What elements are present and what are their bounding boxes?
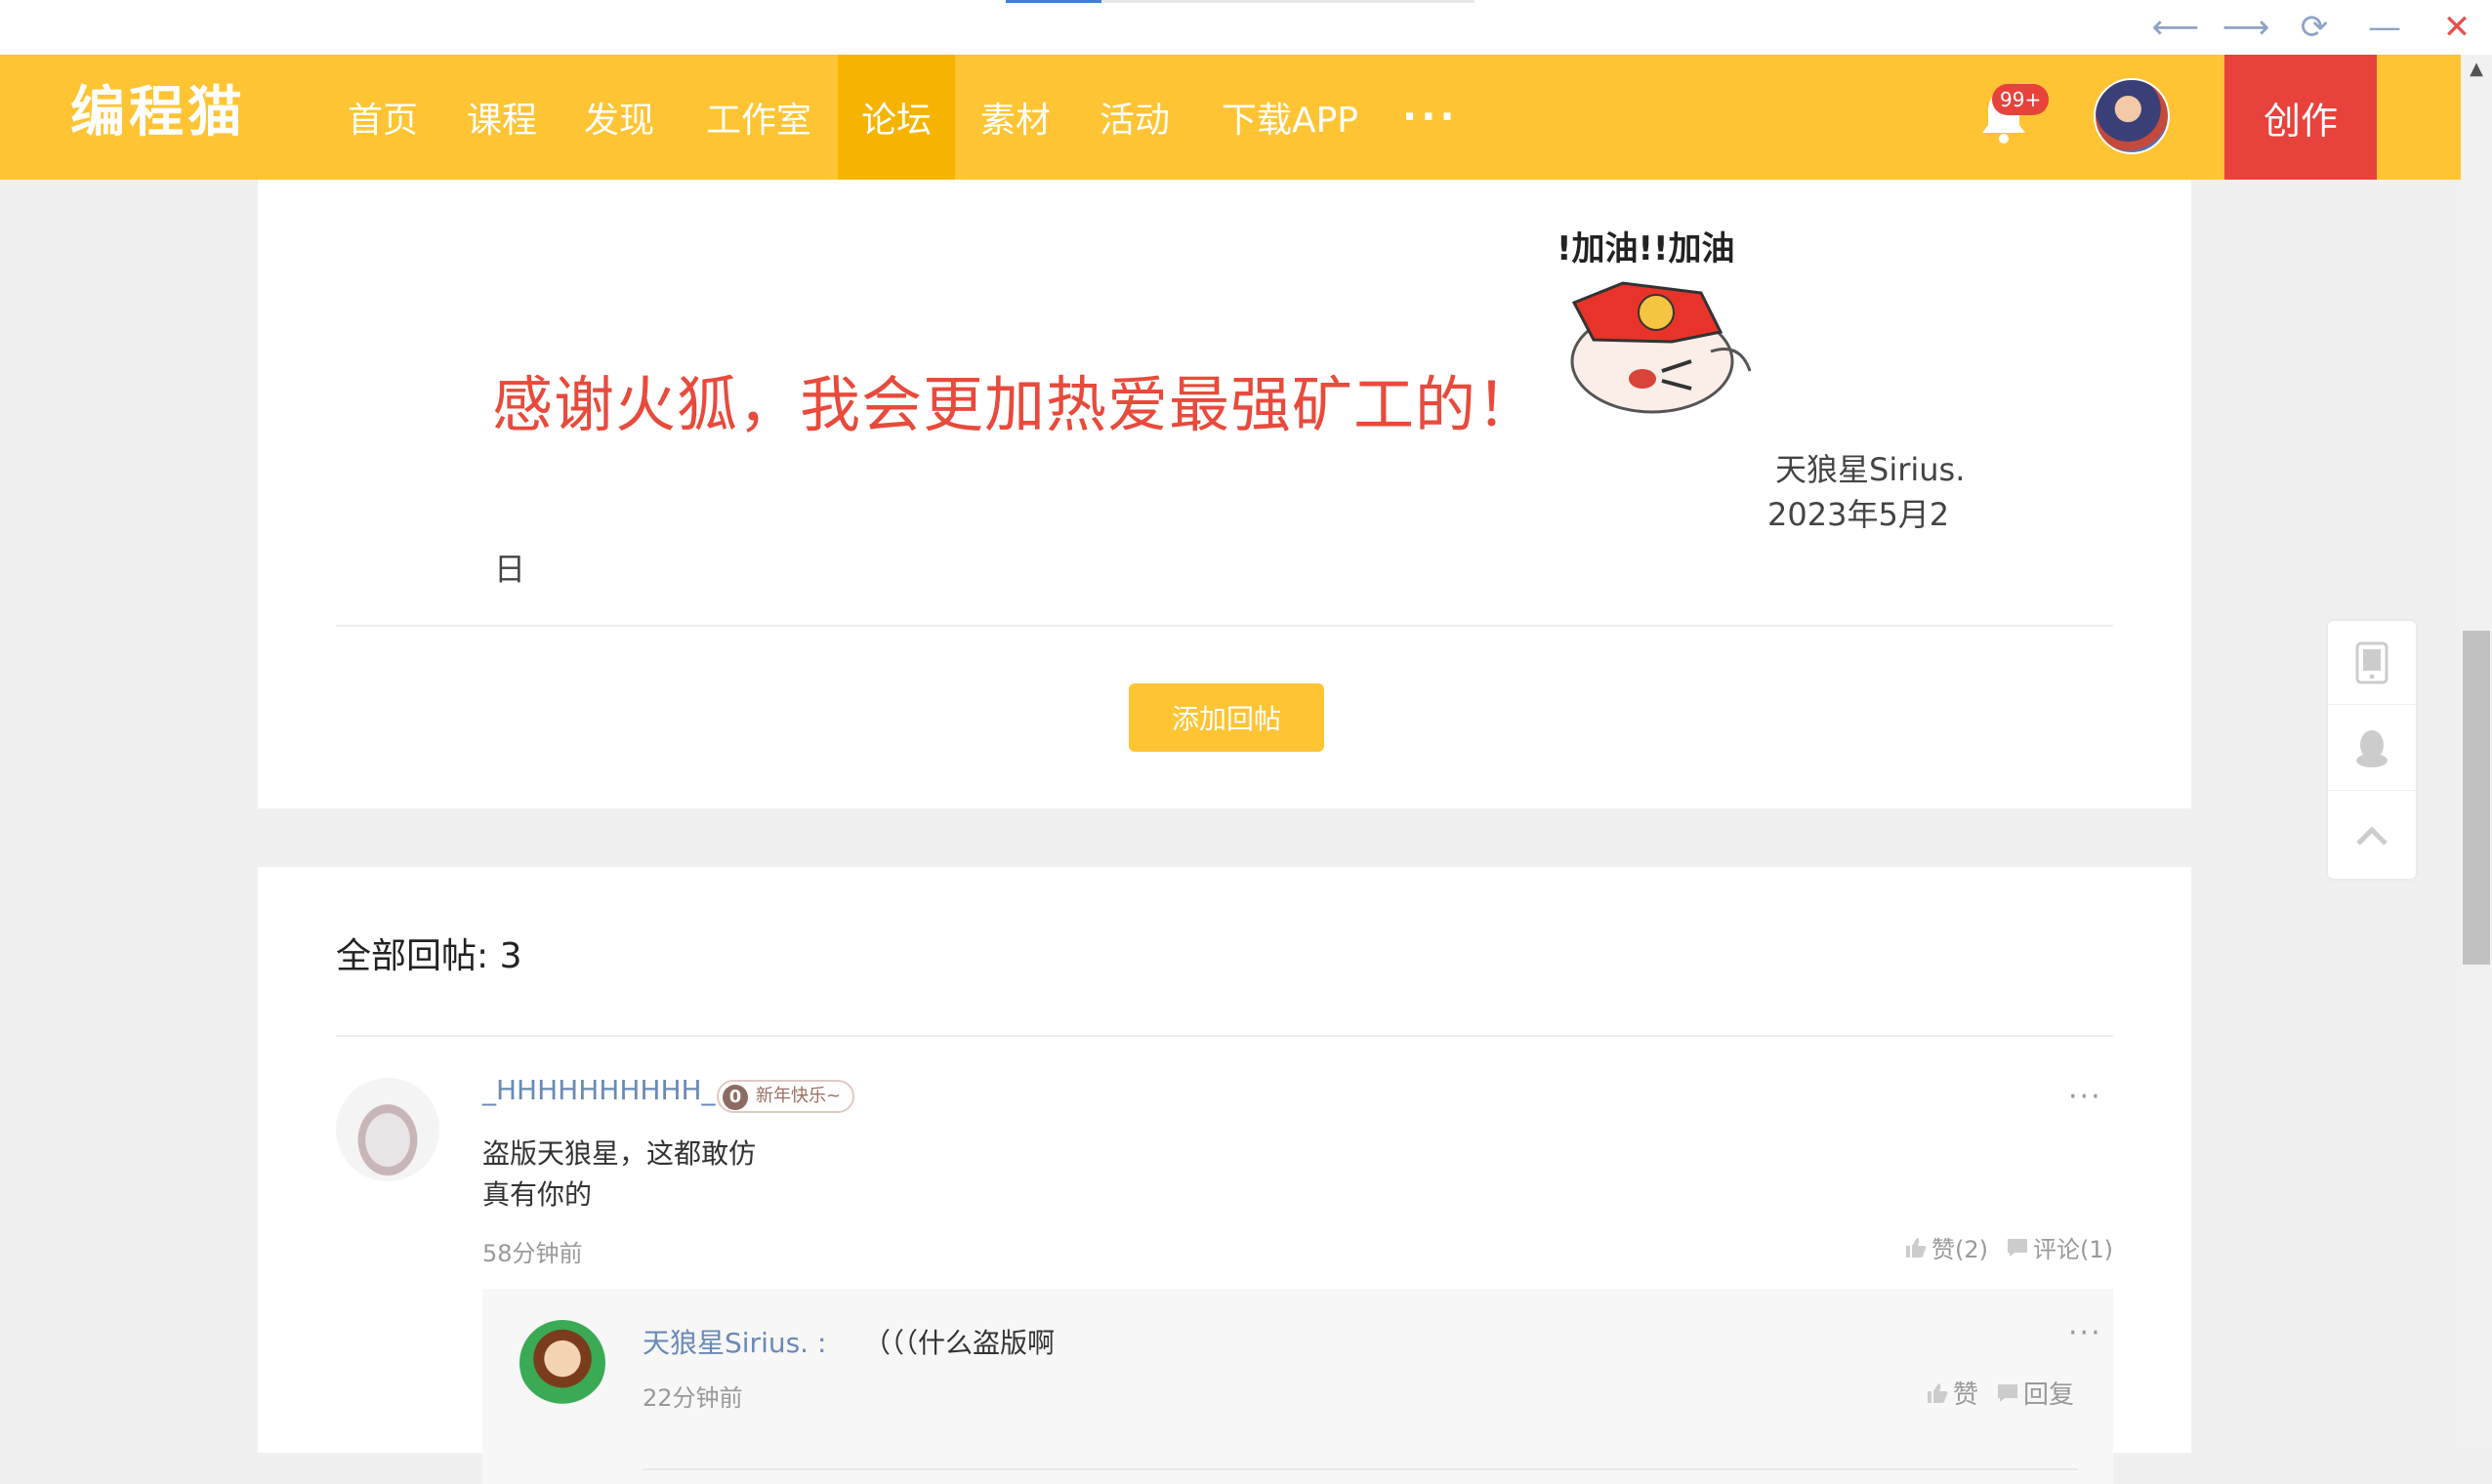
scroll-up-arrow-icon[interactable]: ▲ [2461, 59, 2492, 86]
signature-date: 2023年5月2 [1767, 496, 1950, 533]
divider [336, 625, 2113, 627]
user-avatar[interactable] [2094, 78, 2170, 154]
qq-button[interactable] [2328, 707, 2416, 791]
nav-item-activities[interactable]: 活动 [1080, 55, 1189, 180]
thumbs-up-icon [1927, 1382, 1948, 1403]
browser-toolbar: ⟵ ⟶ ⟳ — ✕ [0, 0, 2492, 55]
phone-icon [2355, 641, 2388, 683]
comment-like-button[interactable]: 赞 [1926, 1375, 1978, 1411]
nav-item-discover[interactable]: 发现 [564, 55, 674, 180]
scrollbar-thumb[interactable] [2463, 631, 2490, 965]
replies-card: 全部回帖: 3 _HHHHHHHHHH_ 0 新年快乐~ ··· 盗版天狼星，这… [258, 867, 2191, 1484]
svg-text:!加油!!加油: !加油!!加油 [1557, 229, 1735, 268]
active-tab-indicator [1006, 0, 1101, 3]
comment-reply-button[interactable]: 回复 [1996, 1375, 2074, 1411]
tab-strip [1006, 0, 1474, 3]
reply-comment-label: 评论(1) [2033, 1236, 2113, 1263]
user-title-text: 新年快乐~ [756, 1086, 842, 1106]
user-title-badge: 0 新年快乐~ [717, 1080, 855, 1113]
comment-reply-label: 回复 [2022, 1381, 2074, 1410]
qq-penguin-icon [2356, 729, 2388, 767]
mobile-app-button[interactable] [2328, 621, 2416, 705]
reply-username-link[interactable]: _HHHHHHHHHH_ [482, 1074, 716, 1106]
side-toolbar [2328, 621, 2416, 879]
reply-timestamp: 58分钟前 [482, 1240, 583, 1267]
reply-user-avatar[interactable] [336, 1078, 439, 1181]
arrow-left-icon[interactable]: ⟵ [2152, 6, 2200, 49]
comment-like-label: 赞 [1952, 1381, 1978, 1410]
reply-like-label: 赞(2) [1931, 1236, 1988, 1263]
user-level: 0 [723, 1085, 748, 1110]
nested-comment: 天狼星Sirius. : （（（什么盗版啊 ··· 22分钟前 赞 回复 [482, 1289, 2113, 1484]
signature-date-day: 日 [494, 551, 526, 588]
notification-badge: 99+ [1992, 84, 2050, 115]
cheer-cat-sticker-image: !加油!!加油 [1557, 229, 1752, 414]
comment-icon [2008, 1238, 2027, 1257]
chevron-up-icon [2356, 826, 2388, 845]
nav-item-materials[interactable]: 素材 [961, 55, 1070, 180]
comment-username-link[interactable]: 天狼星Sirius. : [643, 1322, 826, 1361]
close-icon[interactable]: ✕ [2435, 6, 2478, 49]
create-button[interactable]: 创作 [2224, 55, 2377, 180]
refresh-icon[interactable]: ⟳ [2293, 6, 2336, 49]
replies-count-heading: 全部回帖: 3 [336, 936, 522, 976]
divider [643, 1468, 2078, 1470]
nav-item-home[interactable]: 首页 [328, 55, 437, 180]
nav-more-button[interactable]: ··· [1402, 55, 1459, 180]
nav-item-studio[interactable]: 工作室 [691, 55, 826, 180]
comment-actions: 赞 回复 [1926, 1375, 2074, 1411]
site-logo[interactable]: 编程猫 [70, 82, 246, 144]
arrow-right-icon[interactable]: ⟶ [2222, 6, 2270, 49]
post-highlight-text: 感谢火狐，我会更加热爱最强矿工的！ [492, 369, 1539, 440]
post-content-card: 感谢火狐，我会更加热爱最强矿工的！ !加油!!加油 天狼星Sirius. 202… [258, 180, 2191, 808]
add-reply-button[interactable]: 添加回帖 [1129, 683, 1324, 752]
back-to-top-button[interactable] [2328, 793, 2416, 877]
reply-actions: 赞(2) 评论(1) [1904, 1230, 2113, 1264]
reply-text-line: 盗版天狼星，这都敢仿 [482, 1137, 757, 1170]
nav-item-courses[interactable]: 课程 [447, 55, 557, 180]
reply-more-options-button[interactable]: ··· [2068, 1080, 2102, 1114]
reply-like-button[interactable]: 赞(2) [1904, 1230, 1988, 1264]
reply-comment-button[interactable]: 评论(1) [2006, 1230, 2113, 1264]
minimize-icon[interactable]: — [2363, 6, 2406, 49]
comment-timestamp: 22分钟前 [643, 1384, 743, 1412]
top-navigation: 编程猫 首页 课程 发现 工作室 论坛 素材 活动 下载APP ··· [0, 55, 2461, 180]
signature-name: 天狼星Sirius. [1775, 451, 1966, 488]
comment-text: （（（什么盗版啊 [863, 1327, 1056, 1359]
reply-text-line: 真有你的 [482, 1178, 593, 1211]
comment-more-options-button[interactable]: ··· [2068, 1316, 2102, 1350]
thumbs-up-icon [1906, 1237, 1927, 1257]
divider [336, 1035, 2113, 1037]
nav-item-download-app[interactable]: 下载APP [1201, 55, 1379, 180]
comment-user-avatar[interactable] [519, 1320, 605, 1406]
comment-icon [1997, 1383, 2017, 1402]
nav-item-forum[interactable]: 论坛 [838, 55, 955, 180]
